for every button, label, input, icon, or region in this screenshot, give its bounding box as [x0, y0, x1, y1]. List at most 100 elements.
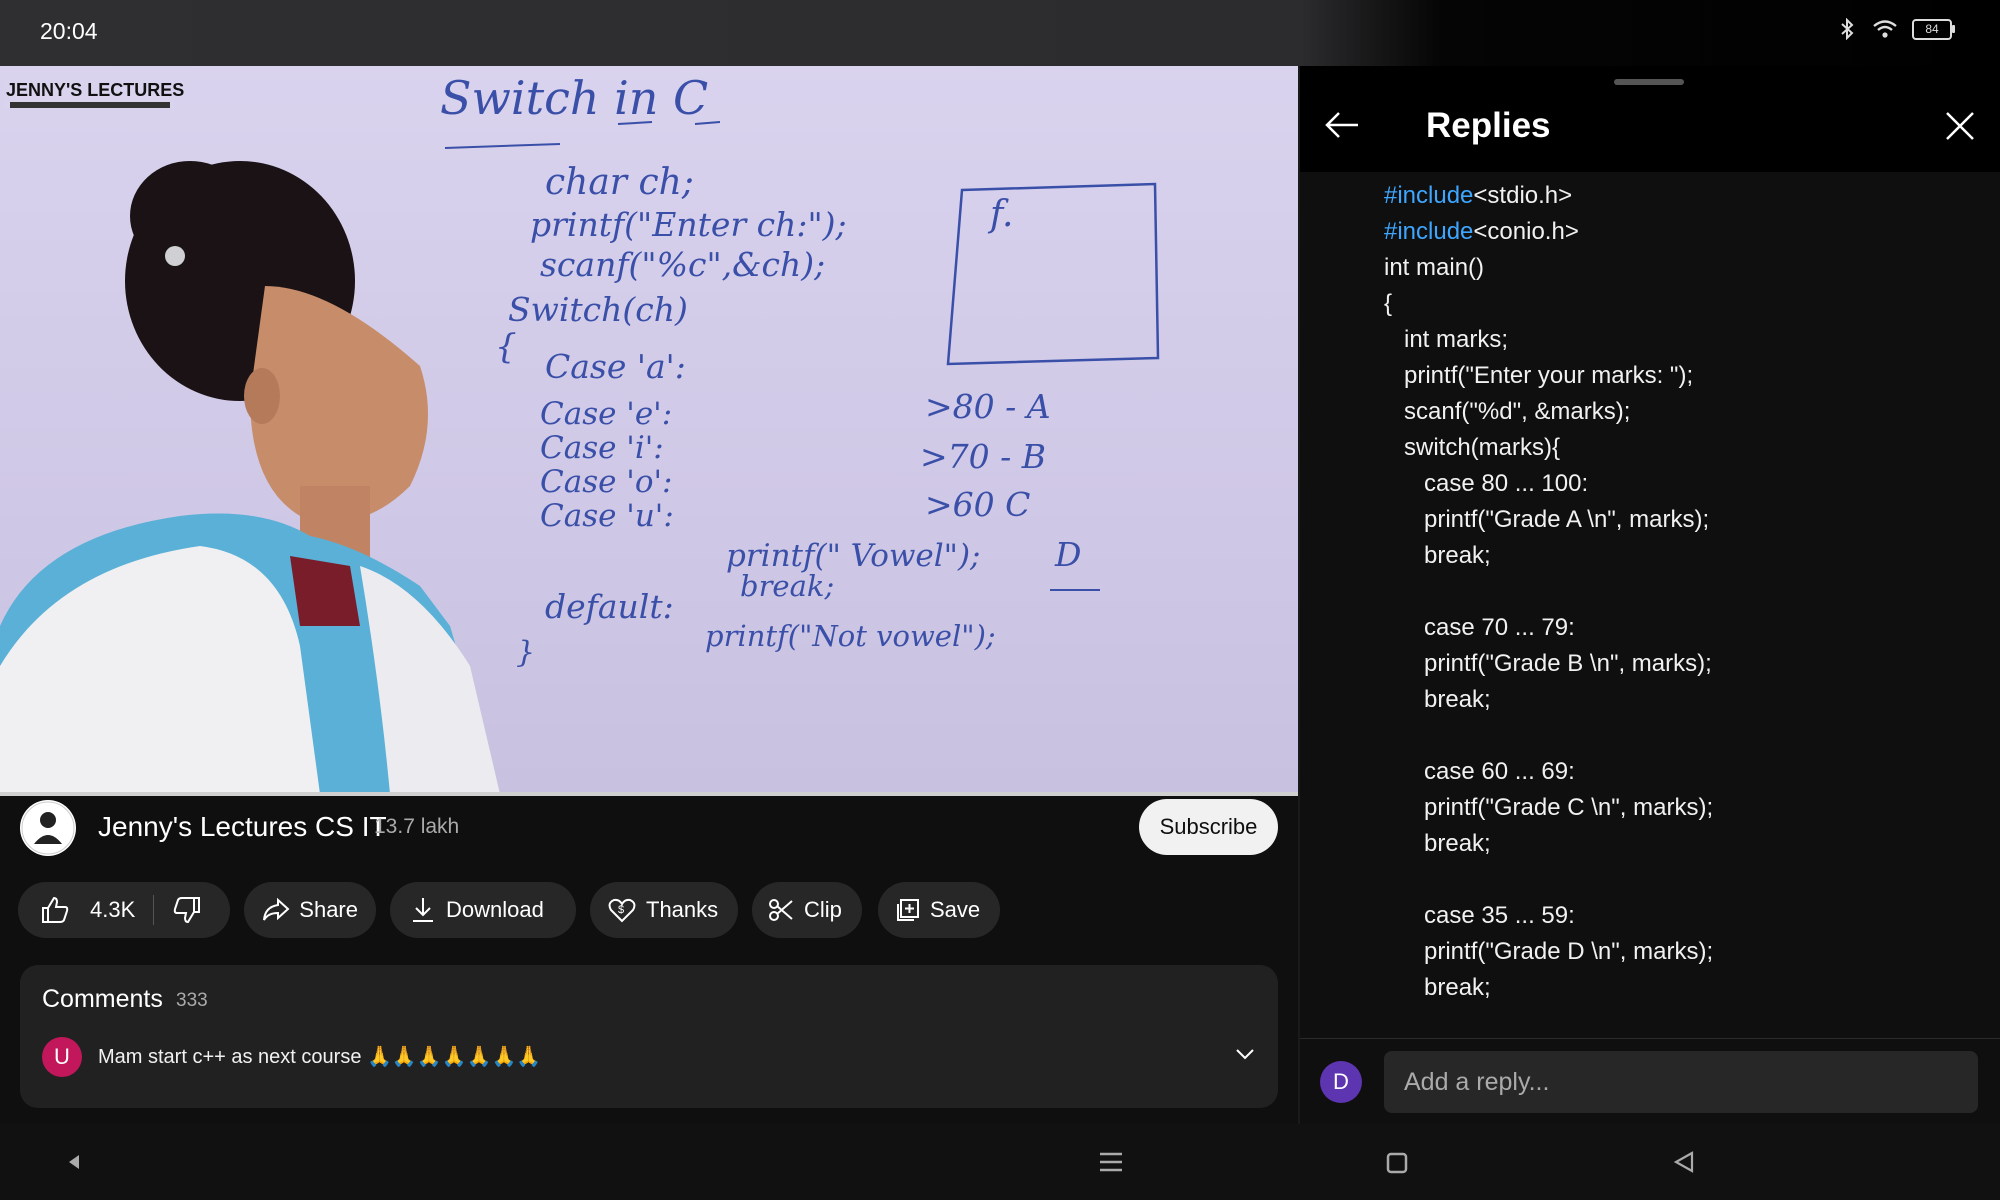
- thanks-button[interactable]: $ Thanks: [590, 882, 738, 938]
- like-count[interactable]: 4.3K: [90, 897, 135, 923]
- like-icon[interactable]: [40, 895, 70, 925]
- code-text: int marks;: [1384, 326, 1509, 353]
- board-line-5: Case 'a':: [545, 347, 686, 386]
- channel-logo-icon: [21, 801, 75, 855]
- code-line: case 70 ... 79:: [1384, 610, 1713, 646]
- board-line-9: Case 'u':: [540, 498, 674, 534]
- subscriber-count: 13.7 lakh: [374, 815, 460, 838]
- clip-button[interactable]: Clip: [752, 882, 862, 938]
- code-text: break;: [1384, 686, 1491, 713]
- presenter: [0, 161, 500, 794]
- code-line: switch(marks){: [1384, 430, 1713, 466]
- left-back-icon[interactable]: [64, 1152, 84, 1172]
- board-box-label: f.: [987, 194, 1013, 235]
- status-bar: 20:04 84: [0, 0, 2000, 66]
- board-line-1: printf("Enter ch:");: [530, 205, 847, 244]
- code-text: <stdio.h>: [1473, 182, 1573, 209]
- wifi-icon: [1873, 20, 1897, 38]
- thanks-label: Thanks: [646, 897, 719, 922]
- top-comment-text: Mam start c++ as next course 🙏🙏🙏🙏🙏🙏🙏: [98, 1046, 542, 1068]
- code-line: int marks;: [1384, 322, 1713, 358]
- chevron-down-icon[interactable]: [1234, 1047, 1256, 1061]
- reply-code-text: #include<stdio.h> #include<conio.h> int ma…: [1384, 178, 1713, 1006]
- save-button[interactable]: Save: [878, 882, 1000, 938]
- comments-card[interactable]: Comments 333 U Mam start c++ as next cou…: [20, 965, 1278, 1108]
- code-line: [1384, 574, 1713, 610]
- code-line: printf("Grade B \n", marks);: [1384, 646, 1713, 682]
- code-line: break;: [1384, 538, 1713, 574]
- code-line: printf("Grade D \n", marks);: [1384, 934, 1713, 970]
- code-text: printf("Enter your marks: ");: [1384, 362, 1694, 389]
- download-label: Download: [446, 897, 544, 922]
- commenter-avatar: U: [42, 1037, 82, 1077]
- board-line-4: {: [495, 327, 517, 367]
- code-line: case 60 ... 69:: [1384, 754, 1713, 790]
- code-text: case 35 ... 59:: [1384, 902, 1575, 929]
- code-line: #include<stdio.h>: [1384, 178, 1713, 214]
- channel-name[interactable]: Jenny's Lectures CS IT: [98, 811, 387, 843]
- code-line: printf("Grade A \n", marks);: [1384, 502, 1713, 538]
- board-line-2: scanf("%c",&ch);: [540, 245, 825, 284]
- replies-title: Replies: [1426, 106, 1551, 145]
- hashtag-link[interactable]: #include: [1384, 182, 1473, 209]
- board-line-13: printf("Not vowel");: [705, 619, 996, 653]
- battery-level: 84: [1925, 22, 1939, 36]
- close-icon[interactable]: [1944, 110, 1976, 142]
- reply-composer: D: [1300, 1038, 2000, 1125]
- video-player[interactable]: JENNY'S LECTURES Switch in C char ch; pr…: [0, 66, 1298, 794]
- board-line-14: }: [516, 635, 535, 670]
- code-line: int main(): [1384, 250, 1713, 286]
- board-title: Switch in C: [440, 71, 708, 125]
- channel-watermark: JENNY'S LECTURES: [6, 80, 184, 100]
- code-text: break;: [1384, 830, 1491, 857]
- code-line: #include<conio.h>: [1384, 214, 1713, 250]
- bluetooth-icon: [1841, 18, 1854, 40]
- code-text: switch(marks){: [1384, 434, 1561, 461]
- board-line-8: Case 'o':: [540, 464, 672, 500]
- drag-handle[interactable]: [1614, 79, 1684, 85]
- thanks-heart-icon: $: [608, 898, 636, 923]
- channel-avatar[interactable]: [20, 800, 76, 856]
- code-text: printf("Grade B \n", marks);: [1384, 650, 1712, 677]
- system-nav-bar: [0, 1124, 2000, 1200]
- subscribe-button[interactable]: Subscribe: [1139, 799, 1278, 855]
- board-line-0: char ch;: [545, 162, 694, 203]
- video-progress-bar[interactable]: [0, 792, 1298, 796]
- board-grade-1: >70 - B: [920, 437, 1046, 476]
- comments-title: Comments: [42, 985, 163, 1013]
- back-arrow-icon[interactable]: [1324, 110, 1360, 140]
- code-line: break;: [1384, 826, 1713, 862]
- board-line-12: default:: [545, 587, 674, 626]
- code-text: printf("Grade D \n", marks);: [1384, 938, 1714, 965]
- menu-icon[interactable]: [1098, 1150, 1124, 1174]
- user-avatar[interactable]: D: [1320, 1061, 1362, 1103]
- like-dislike-group: 4.3K: [18, 882, 230, 938]
- reply-input[interactable]: [1384, 1051, 1978, 1113]
- code-text: case 70 ... 79:: [1384, 614, 1575, 641]
- home-square-icon[interactable]: [1386, 1152, 1408, 1174]
- code-text: <conio.h>: [1473, 218, 1579, 245]
- dislike-icon[interactable]: [172, 895, 202, 925]
- code-line: [1384, 862, 1713, 898]
- battery-icon: 84: [1912, 18, 1955, 40]
- comments-count: 333: [176, 990, 208, 1011]
- code-line: case 80 ... 100:: [1384, 466, 1713, 502]
- status-time: 20:04: [40, 18, 98, 44]
- hashtag-link[interactable]: #include: [1384, 218, 1473, 245]
- code-text: break;: [1384, 974, 1491, 1001]
- code-text: printf("Grade C \n", marks);: [1384, 794, 1714, 821]
- nav-back-icon[interactable]: [1672, 1150, 1696, 1174]
- share-button[interactable]: Share: [244, 882, 376, 938]
- svg-text:$: $: [618, 904, 624, 916]
- reply-content[interactable]: #include<stdio.h> #include<conio.h> int ma…: [1300, 172, 2000, 1038]
- download-button[interactable]: Download: [390, 882, 576, 938]
- replies-header: Replies: [1300, 66, 2000, 172]
- code-line: break;: [1384, 970, 1713, 1006]
- code-text: break;: [1384, 542, 1491, 569]
- board-grade-2: >60 C: [925, 485, 1030, 524]
- code-text: case 60 ... 69:: [1384, 758, 1575, 785]
- scissors-icon: [769, 899, 793, 921]
